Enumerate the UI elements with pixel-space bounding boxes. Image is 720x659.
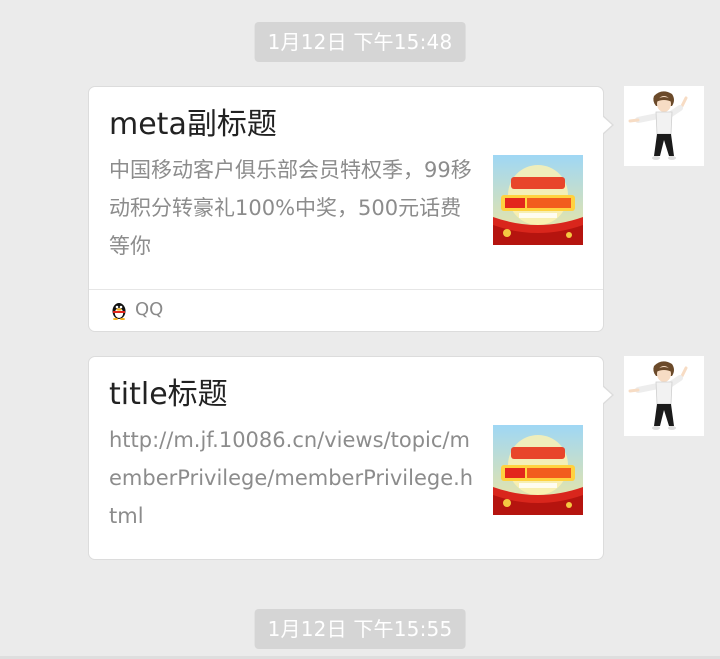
qq-penguin-icon — [112, 303, 126, 320]
link-card-message[interactable]: meta副标题 中国移动客户俱乐部会员特权季，99移动积分转豪礼100%中奖，5… — [88, 86, 614, 332]
chat-screen: 1月12日 下午15:48 meta副标题 中国移动客户俱乐部会员特权季，99移… — [0, 0, 720, 659]
card-description: 中国移动客户俱乐部会员特权季，99移动积分转豪礼100%中奖，500元话费等你 — [109, 158, 472, 258]
link-card-message[interactable]: title标题 http://m.jf.10086.cn/views/topic… — [88, 356, 614, 560]
card-title: title标题 — [109, 377, 228, 412]
boy-avatar-icon[interactable] — [624, 356, 704, 436]
timestamp-label: 1月12日 下午15:48 — [254, 22, 466, 62]
promo-thumbnail — [493, 155, 583, 245]
card-title: meta副标题 — [109, 107, 277, 142]
promo-thumbnail — [493, 425, 583, 515]
card-source-bar: QQ — [89, 289, 603, 331]
timestamp-label: 1月12日 下午15:55 — [254, 609, 466, 649]
source-label: QQ — [135, 299, 164, 320]
boy-avatar-icon[interactable] — [624, 86, 704, 166]
card-description: http://m.jf.10086.cn/views/topic/memberP… — [109, 428, 474, 528]
